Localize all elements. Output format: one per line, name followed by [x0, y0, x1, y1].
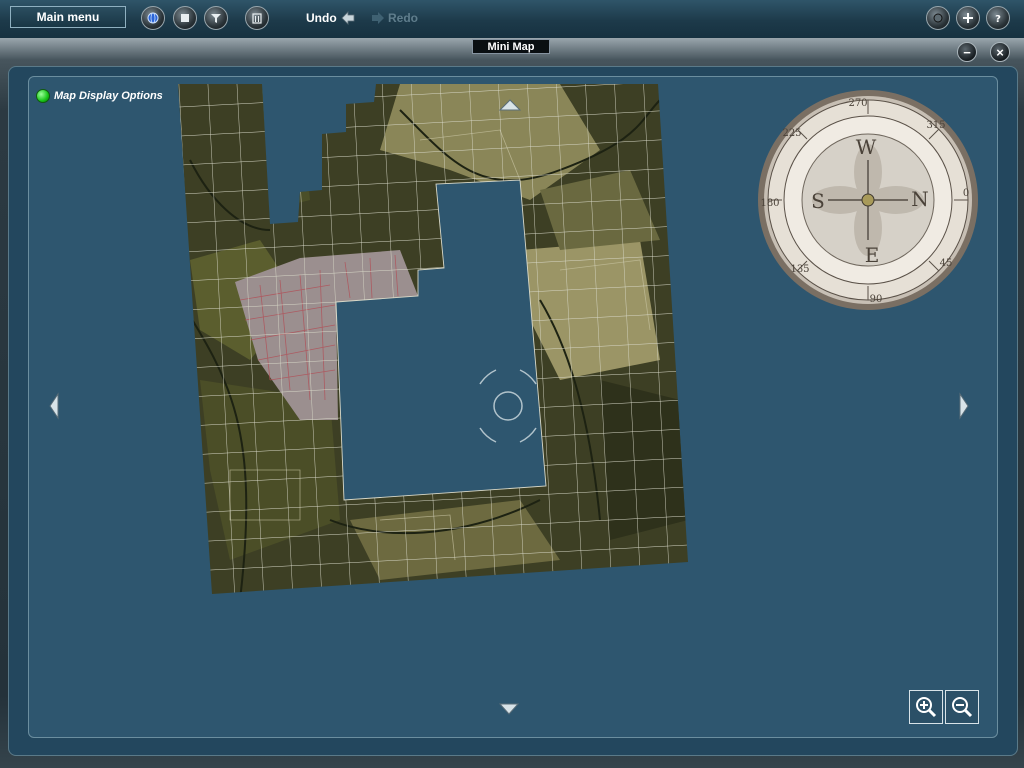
- zoom-in-icon: [916, 697, 937, 718]
- zoom-in-button[interactable]: [909, 690, 943, 724]
- compass-label-e: E: [865, 243, 880, 267]
- compass-degree: 315: [926, 120, 945, 131]
- compass-label-s: S: [811, 189, 825, 213]
- compass-label-w: W: [856, 135, 877, 159]
- compass-degree: 180: [760, 198, 779, 209]
- compass-label-n: N: [911, 187, 929, 211]
- scroll-right-arrow[interactable]: [959, 392, 969, 420]
- compass-degree: 0: [963, 188, 969, 199]
- compass-degree: 45: [940, 258, 953, 269]
- scroll-down-arrow[interactable]: [498, 703, 520, 715]
- map-display-options-label[interactable]: Map Display Options: [54, 90, 163, 102]
- map-display-options[interactable]: Map Display Options: [36, 88, 163, 104]
- compass-degree: 270: [848, 98, 867, 109]
- zoom-out-icon: [952, 697, 973, 718]
- compass-degree: 90: [870, 294, 883, 305]
- compass-degree: 225: [782, 128, 801, 139]
- compass-degree: 135: [790, 264, 809, 275]
- scroll-left-arrow[interactable]: [49, 392, 59, 420]
- status-dot-icon[interactable]: [36, 89, 50, 103]
- zoom-out-button[interactable]: [945, 690, 979, 724]
- map-canvas[interactable]: N E S W 270 315 0 45 90 135 180 225: [0, 0, 1024, 768]
